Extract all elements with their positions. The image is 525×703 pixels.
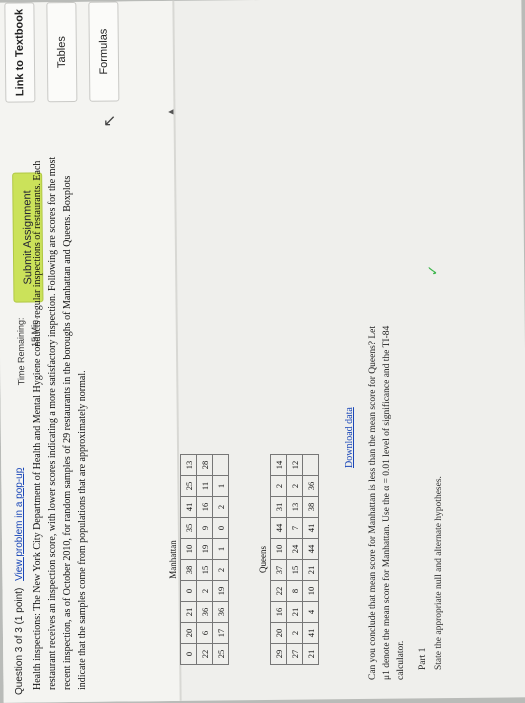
problem-paragraph: Health inspections: The New York City De…	[32, 156, 88, 690]
queens-cell: 21	[302, 643, 319, 665]
manhattan-cell: 25	[180, 475, 197, 497]
manhattan-cell: 0	[212, 517, 229, 539]
queens-cell: 8	[286, 580, 303, 602]
manhattan-cell: 22	[196, 643, 213, 665]
manhattan-cell: 2	[212, 496, 229, 518]
manhattan-row: 22 6 36 2 15 19 9 16 11 28	[196, 454, 213, 665]
conclude-line-3: calculator.	[396, 640, 406, 680]
queens-cell: 2	[286, 475, 303, 497]
queens-cell: 29	[270, 643, 287, 665]
queens-cell: 38	[302, 496, 319, 518]
queens-cell: 41	[302, 622, 319, 644]
manhattan-row: 25 17 36 19 2 1 0 2 1	[212, 454, 229, 665]
queens-row: 21 41 4 10 21 44 41 38 36	[302, 454, 319, 665]
manhattan-cell: 6	[196, 622, 213, 644]
queens-cell: 36	[302, 475, 319, 497]
queens-cell: 24	[286, 538, 303, 560]
view-popup-link[interactable]: View problem in a pop-up	[14, 468, 25, 581]
manhattan-cell: 36	[212, 601, 229, 623]
manhattan-table: 0 20 21 0 38 10 35 41 25 13 22 6 36 2 15 19 9 16 11 28 25 17 3…	[180, 454, 229, 665]
manhattan-cell: 1	[212, 475, 229, 497]
manhattan-cell: 16	[196, 496, 213, 518]
manhattan-cell: 36	[196, 601, 213, 623]
manhattan-cell: 35	[180, 517, 197, 539]
manhattan-cell: 0	[180, 643, 197, 665]
manhattan-cell: 9	[196, 517, 213, 539]
queens-cell: 2	[270, 475, 287, 497]
queens-cell: 7	[286, 517, 303, 539]
conclude-line-2: μ1 denote the mean score for Manhattan. …	[382, 325, 392, 680]
manhattan-cell: 19	[196, 538, 213, 560]
queens-cell: 10	[270, 538, 287, 560]
queens-cell: 44	[302, 538, 319, 560]
queens-table-block: Queens 29 20 16 22 37 10 44 31 2 14 27 2 21 8 15 24 7 13 2…	[258, 454, 319, 665]
queens-cell: 22	[270, 580, 287, 602]
queens-cell: 12	[286, 454, 303, 476]
queens-cell: 21	[302, 559, 319, 581]
question-header: Question 3 of 3 (1 point) View problem i…	[14, 468, 25, 695]
queens-row: 27 2 21 8 15 24 7 13 2 12	[286, 454, 303, 665]
manhattan-cell: 17	[212, 622, 229, 644]
manhattan-cell: 41	[180, 496, 197, 518]
download-data-link[interactable]: Download data	[344, 407, 355, 468]
instruction-text: State the appropriate null and alternate…	[434, 476, 444, 670]
queens-table: 29 20 16 22 37 10 44 31 2 14 27 2 21 8 15 24 7 13 2 12 21 41 4…	[270, 454, 319, 665]
queens-row: 29 20 16 22 37 10 44 31 2 14	[270, 454, 287, 665]
queens-cell: 21	[286, 601, 303, 623]
conclude-text: Can you conclude that mean score for Man…	[366, 160, 408, 680]
check-icon: ✓	[426, 264, 442, 277]
queens-cell: 2	[286, 622, 303, 644]
queens-cell: 20	[270, 622, 287, 644]
manhattan-title: Manhattan	[168, 540, 178, 579]
question-number: Question 3 of 3 (1 point)	[14, 587, 25, 695]
manhattan-table-block: Manhattan 0 20 21 0 38 10 35 41 25 13 22 6 36 2 15 19 9 1…	[168, 454, 229, 665]
manhattan-row: 0 20 21 0 38 10 35 41 25 13	[180, 454, 197, 665]
manhattan-cell: 0	[180, 580, 197, 602]
queens-cell: 37	[270, 559, 287, 581]
manhattan-cell: 21	[180, 601, 197, 623]
problem-text: Health inspections: The New York City De…	[30, 150, 90, 690]
manhattan-cell	[212, 454, 229, 476]
queens-cell: 14	[270, 454, 287, 476]
main-content: Question 3 of 3 (1 point) View problem i…	[0, 0, 525, 700]
queens-cell: 31	[270, 496, 287, 518]
manhattan-cell: 25	[212, 643, 229, 665]
manhattan-cell: 11	[196, 475, 213, 497]
queens-cell: 16	[270, 601, 287, 623]
part-label: Part 1	[418, 647, 428, 670]
manhattan-cell: 2	[212, 559, 229, 581]
manhattan-cell: 28	[196, 454, 213, 476]
manhattan-cell: 13	[180, 454, 197, 476]
manhattan-cell: 19	[212, 580, 229, 602]
queens-cell: 44	[270, 517, 287, 539]
queens-cell: 41	[302, 517, 319, 539]
queens-cell: 15	[286, 559, 303, 581]
queens-cell: 13	[286, 496, 303, 518]
queens-cell: 27	[286, 643, 303, 665]
manhattan-cell: 2	[196, 580, 213, 602]
manhattan-cell: 1	[212, 538, 229, 560]
manhattan-cell: 38	[180, 559, 197, 581]
manhattan-cell: 20	[180, 622, 197, 644]
queens-cell	[302, 454, 319, 476]
queens-title: Queens	[258, 546, 268, 573]
queens-cell: 10	[302, 580, 319, 602]
manhattan-cell: 15	[196, 559, 213, 581]
queens-cell: 4	[302, 601, 319, 623]
manhattan-cell: 10	[180, 538, 197, 560]
conclude-line-1: Can you conclude that mean score for Man…	[368, 325, 378, 680]
